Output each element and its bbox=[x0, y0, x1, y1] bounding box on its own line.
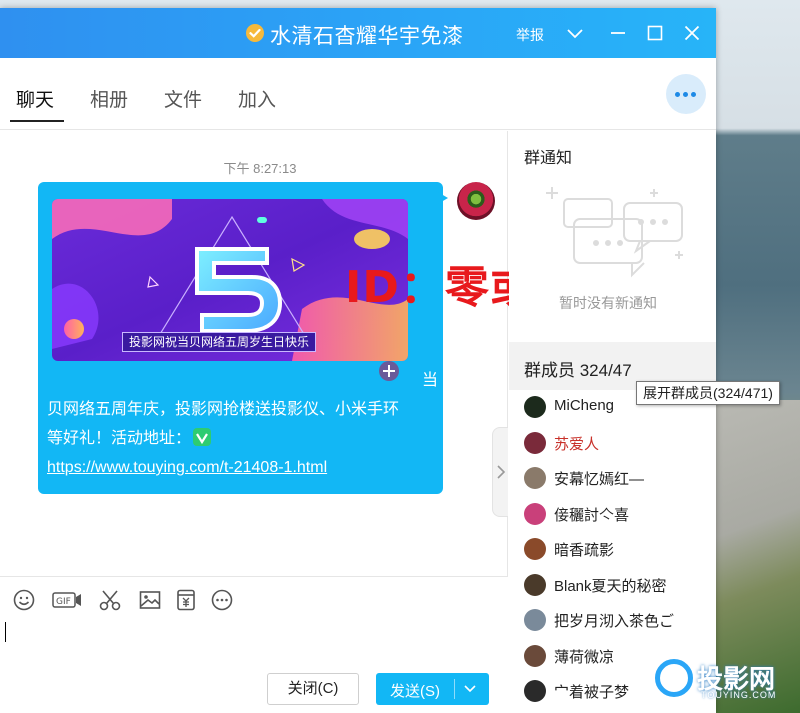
message-timestamp: 下午 8:27:13 bbox=[223, 161, 297, 176]
tab-chat[interactable]: 聊天 bbox=[16, 85, 54, 112]
red-packet-icon[interactable] bbox=[174, 588, 198, 612]
maximize-icon[interactable] bbox=[645, 23, 665, 43]
svg-text:GIF: GIF bbox=[56, 597, 71, 607]
report-link[interactable]: 举报 bbox=[516, 25, 544, 45]
member-avatar[interactable] bbox=[524, 431, 546, 454]
group-chat-window: 水清石杳耀华宇免漆 举报 聊天 相册 文件 加入 下午 8:27:13 投影网祝… bbox=[0, 8, 716, 713]
member-row[interactable]: 把岁月沏入茶色ご bbox=[509, 603, 716, 638]
empty-notice-illustration bbox=[546, 187, 683, 278]
bubble-tail bbox=[436, 191, 448, 205]
member-avatar[interactable] bbox=[524, 502, 546, 525]
activity-link[interactable]: https://www.touying.com/t-21408-1.html bbox=[47, 453, 327, 482]
member-name: 宀着被子梦 bbox=[554, 684, 630, 701]
member-avatar[interactable] bbox=[524, 396, 546, 418]
members-tooltip: 展开群成员(324/471) bbox=[636, 381, 780, 405]
text-caret bbox=[5, 622, 6, 642]
close-icon[interactable] bbox=[682, 23, 702, 43]
more-options-button[interactable] bbox=[666, 74, 706, 114]
more-tools-icon[interactable] bbox=[210, 588, 234, 612]
emoji-icon[interactable] bbox=[12, 588, 36, 612]
member-avatar[interactable] bbox=[524, 680, 546, 702]
gif-icon[interactable]: GIF bbox=[52, 588, 82, 612]
watermark-logo-subtext: TOUYING.COM bbox=[701, 690, 777, 700]
member-row[interactable]: 苏爱人 bbox=[509, 426, 716, 461]
input-toolbar: GIF bbox=[0, 576, 508, 616]
send-button-label: 发送(S) bbox=[390, 683, 440, 700]
zoom-in-icon[interactable] bbox=[378, 360, 400, 382]
collapse-side-panel-handle[interactable] bbox=[492, 427, 508, 517]
minimize-icon[interactable] bbox=[608, 23, 628, 43]
image-icon[interactable] bbox=[138, 588, 162, 612]
tab-join[interactable]: 加入 bbox=[238, 85, 276, 112]
verified-badge-icon bbox=[246, 24, 264, 42]
watermark-logo: 投影网 TOUYING.COM bbox=[655, 657, 800, 707]
chevron-down-icon[interactable] bbox=[565, 23, 585, 43]
member-row[interactable]: Blank夏天的秘密 bbox=[509, 568, 716, 603]
check-emoji-icon bbox=[193, 428, 212, 446]
no-notice-text: 暂时没有新通知 bbox=[559, 295, 657, 311]
message-line: 当 bbox=[422, 372, 439, 389]
member-name: 薄荷微凉 bbox=[554, 648, 615, 666]
promo-caption: 投影网祝当贝网络五周岁生日快乐 bbox=[122, 332, 317, 352]
member-name: 暗香疏影 bbox=[554, 542, 615, 559]
member-name: MiCheng bbox=[554, 397, 615, 414]
tab-files[interactable]: 文件 bbox=[164, 85, 202, 112]
member-avatar[interactable] bbox=[524, 467, 546, 489]
send-button-divider bbox=[454, 679, 455, 699]
member-name: 把岁月沏入茶色ご bbox=[554, 613, 675, 630]
chat-message-area[interactable]: 下午 8:27:13 投影网祝当贝网络五周岁生日快乐 当 贝网络五周年庆，投影网… bbox=[0, 131, 579, 576]
member-row[interactable]: 暗香疏影 bbox=[509, 532, 716, 567]
member-avatar[interactable] bbox=[524, 573, 546, 596]
member-name: 安幕忆嫣红— bbox=[554, 471, 645, 488]
member-avatar[interactable] bbox=[524, 609, 546, 631]
chevron-right-icon bbox=[497, 465, 506, 479]
group-side-panel: 群通知 暂时没有新通知 群成员 324/47 MiCheng 苏爱人安幕忆嫣红— 倿… bbox=[509, 131, 716, 713]
watermark-logo-icon bbox=[655, 659, 693, 697]
member-avatar[interactable] bbox=[524, 644, 546, 667]
message-line: 等好礼！活动地址： bbox=[47, 424, 212, 453]
message-bubble[interactable]: 投影网祝当贝网络五周岁生日快乐 当 贝网络五周年庆，投影网抢楼送投影仪、小米手环… bbox=[38, 182, 443, 494]
member-avatar[interactable] bbox=[524, 538, 546, 560]
scissors-icon[interactable] bbox=[98, 588, 122, 612]
chevron-down-icon[interactable] bbox=[463, 682, 477, 696]
member-name: 倿穲討亽喜 bbox=[554, 506, 630, 524]
message-line: 贝网络五周年庆，投影网抢楼送投影仪、小米手环 bbox=[47, 401, 400, 418]
sender-avatar[interactable] bbox=[457, 182, 495, 220]
window-title: 水清石杳耀华宇免漆 bbox=[270, 25, 464, 48]
send-button[interactable]: 发送(S) bbox=[376, 673, 489, 705]
group-notice-title: 群通知 bbox=[524, 150, 573, 167]
member-name: Blank夏天的秘密 bbox=[554, 577, 667, 595]
member-row[interactable]: 倿穲討亽喜 bbox=[509, 497, 716, 532]
active-tab-indicator bbox=[10, 120, 64, 122]
tab-album[interactable]: 相册 bbox=[90, 85, 128, 112]
member-name: 苏爱人 bbox=[554, 435, 600, 453]
member-row[interactable]: 安幕忆嫣红— bbox=[509, 461, 716, 496]
group-members-title: 群成员 324/47 bbox=[524, 361, 632, 380]
close-button[interactable]: 关闭(C) bbox=[267, 673, 359, 705]
title-bar[interactable]: 水清石杳耀华宇免漆 举报 bbox=[0, 8, 716, 58]
tab-bar: 聊天 相册 文件 加入 bbox=[0, 58, 716, 130]
message-line-text: 等好礼！活动地址： bbox=[47, 430, 192, 447]
